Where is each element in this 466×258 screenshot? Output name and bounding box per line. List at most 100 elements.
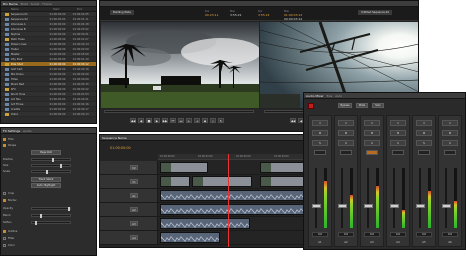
soften-slider-knob[interactable] [35,221,37,225]
source-transport-button[interactable]: ■ [146,118,152,123]
volume-fader[interactable] [416,204,425,209]
source-transport-button[interactable]: ◇ [210,118,216,123]
strip-input-button[interactable]: ▾ [390,120,406,126]
bin-menu-frame[interactable]: Frame [42,2,51,6]
fx-row-outline[interactable]: Outline [3,229,17,234]
strip-mute-button[interactable]: M [416,130,432,136]
video-clip[interactable] [160,176,190,187]
fx-tab-audio[interactable]: Audio [23,129,32,133]
fx-row-border[interactable]: Border [3,198,17,203]
pan-knob[interactable] [444,150,456,155]
solo-button[interactable]: Solo [372,103,384,108]
opacity-slider-knob[interactable] [68,207,70,211]
fx-titlebar[interactable]: FX Settings Audio [1,128,96,134]
opacity-slider[interactable] [31,207,71,211]
fx-crop-checkbox[interactable] [3,192,6,195]
track-stack-button[interactable]: Track Stack [31,177,61,182]
source-clip-name[interactable]: Building Wide [110,10,134,15]
size-slider-knob[interactable] [60,164,62,168]
fx-title-checkbox[interactable] [3,138,6,141]
track-selector[interactable]: V2 [130,165,138,170]
audio-clip[interactable] [160,232,220,243]
bin-item[interactable]: Outro 01:00:00:00 01:00:00:13 [1,112,96,117]
timeline-titlebar[interactable]: Sequence Name [100,135,312,141]
track-selector[interactable]: V1 [130,179,138,184]
fx-row-crop[interactable]: Crop [3,191,14,196]
strip-volume-value[interactable]: 0.0 [390,232,406,237]
track-header[interactable]: A2 [100,203,158,216]
volume-fader[interactable] [442,204,451,209]
source-transport-button[interactable]: ⇤ [186,118,192,123]
record-enable-button[interactable] [308,103,314,109]
soften-slider[interactable] [31,221,71,225]
video-clip[interactable] [160,162,208,173]
scale-slider[interactable] [31,170,71,174]
record-transport-button[interactable]: ◀◀ [290,118,296,123]
track-selector[interactable]: A4 [130,235,138,240]
column-end[interactable]: End [75,8,95,11]
volume-fader[interactable] [390,204,399,209]
fx-row-shape[interactable]: Shape [3,143,16,148]
pan-knob[interactable] [314,150,326,155]
track-header[interactable]: A3 [100,217,158,230]
source-transport-button[interactable]: ↻ [218,118,224,123]
strip-solo-button[interactable]: S [364,140,380,146]
source-transport-button[interactable]: ◀◀ [130,118,136,123]
strip-mute-button[interactable]: M [390,130,406,136]
pan-knob[interactable] [392,150,404,155]
strip-input-button[interactable]: ▾ [364,120,380,126]
source-transport-button[interactable]: ⏮ [170,118,176,123]
pan-knob[interactable] [366,150,378,155]
strip-volume-value[interactable]: 0.0 [364,232,380,237]
fx-shape-checkbox[interactable] [3,144,6,147]
mixer-titlebar[interactable]: Audio Mixer Bus Auto [304,93,465,99]
volume-fader[interactable] [312,204,321,209]
auto-highlight-button[interactable]: Auto Highlight [31,183,61,188]
strip-input-button[interactable]: ▾ [442,120,458,126]
strip-input-button[interactable]: ▾ [338,120,354,126]
page-roll-button[interactable]: Page Roll [31,150,61,155]
strip-mute-button[interactable]: M [338,130,354,136]
audio-clip[interactable] [160,218,250,229]
fx-row-color[interactable]: Color [3,243,15,248]
audio-clip[interactable] [160,190,310,201]
fx-row-filter[interactable]: Filter [3,236,14,241]
strip-solo-button[interactable]: S [390,140,406,146]
strip-volume-value[interactable]: 0.0 [442,232,458,237]
source-transport-button[interactable]: ▶ [154,118,160,123]
source-transport-button[interactable]: ◀ [138,118,144,123]
track-header[interactable]: A4 [100,231,158,244]
track-selector[interactable]: A2 [130,207,138,212]
track-header[interactable]: V1 [100,175,158,188]
source-transport-button[interactable]: ⇥ [194,118,200,123]
track-selector[interactable]: A3 [130,221,138,226]
mixer-tab-auto[interactable]: Auto [335,94,342,98]
strip-solo-button[interactable]: S [338,140,354,146]
strip-solo-button[interactable]: S [312,140,328,146]
position-slider-knob[interactable] [52,158,54,162]
fx-row-title[interactable]: Title [3,137,14,142]
strip-solo-button[interactable]: S [416,140,432,146]
source-transport-button[interactable]: ▶▶ [162,118,168,123]
bin-menu-brief[interactable]: Brief [21,2,28,6]
track-header[interactable]: A1 [100,189,158,202]
volume-fader[interactable] [338,204,347,209]
blend-slider-knob[interactable] [40,214,42,218]
record-sequence-name[interactable]: Untitled Sequence.01 [358,10,393,15]
source-scrub-bar[interactable] [104,110,254,113]
source-monitor[interactable] [101,22,259,108]
blend-slider[interactable] [31,214,71,218]
track-header[interactable]: V2 [100,161,158,174]
volume-fader[interactable] [364,204,373,209]
source-transport-button[interactable]: ◆ [202,118,208,123]
strip-solo-button[interactable]: S [442,140,458,146]
strip-mute-button[interactable]: M [442,130,458,136]
track-selector[interactable]: A1 [130,193,138,198]
pan-knob[interactable] [418,150,430,155]
strip-volume-value[interactable]: 0.0 [338,232,354,237]
strip-input-button[interactable]: ▾ [312,120,328,126]
column-name[interactable]: Name [1,8,51,11]
strip-input-button[interactable]: ▾ [416,120,432,126]
timeline-ruler[interactable]: 01:00:00:00 01:00:01:00 01:00:02:00 01:00:0… [158,154,312,160]
video-clip[interactable] [192,176,252,187]
